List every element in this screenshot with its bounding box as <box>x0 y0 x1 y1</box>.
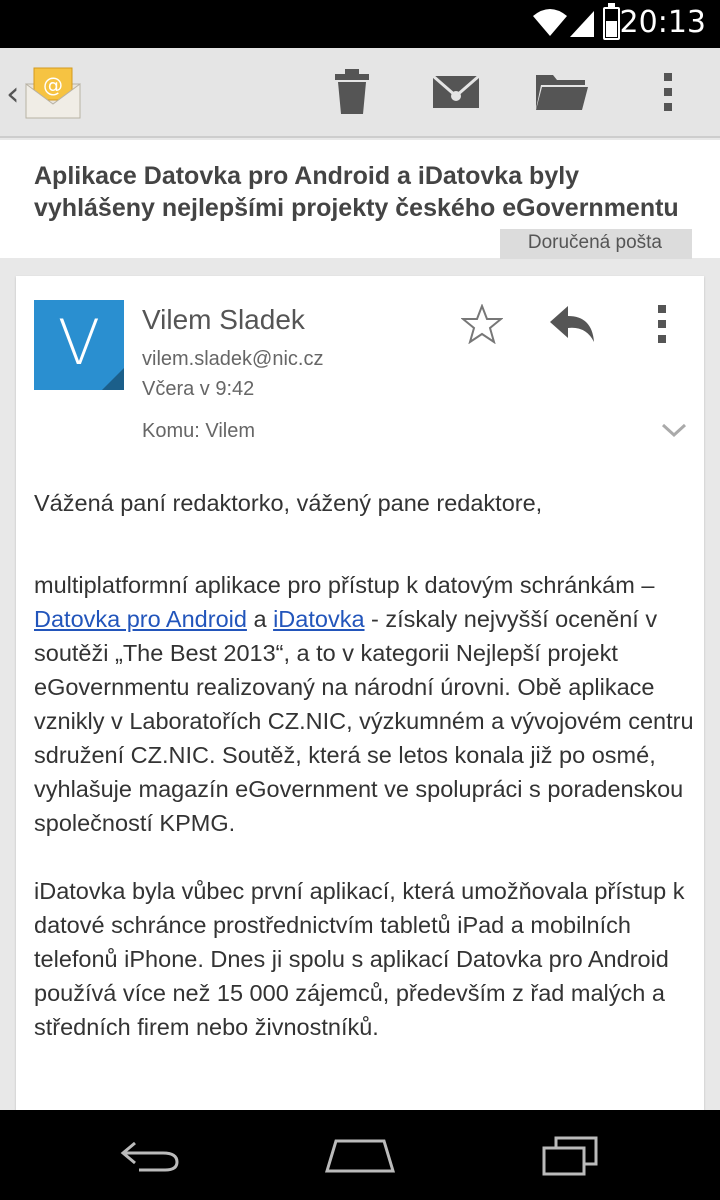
avatar-corner-fold <box>102 368 124 390</box>
avatar[interactable]: V <box>34 300 124 390</box>
star-button[interactable] <box>454 296 510 352</box>
svg-text:@: @ <box>43 73 63 97</box>
chevron-down-icon <box>661 423 687 438</box>
mark-unread-icon <box>432 74 480 108</box>
home-icon <box>324 1139 396 1173</box>
navigation-bar <box>0 1110 720 1200</box>
message-date: Včera v 9:42 <box>142 378 255 400</box>
body-paragraph-1: multiplatformní aplikace pro přístup k d… <box>34 568 694 840</box>
overflow-menu-button[interactable] <box>636 60 700 124</box>
delete-button[interactable] <box>320 60 384 124</box>
body-text-segment: multiplatformní aplikace pro přístup k d… <box>34 572 655 598</box>
nav-home-button[interactable] <box>320 1128 400 1184</box>
nav-recents-button[interactable] <box>530 1128 610 1184</box>
wifi-icon <box>533 9 567 36</box>
battery-icon <box>603 3 620 40</box>
link-idatovka[interactable]: iDatovka <box>273 606 364 632</box>
trash-icon <box>335 69 369 114</box>
reply-icon <box>550 306 594 342</box>
email-app-icon[interactable]: @ <box>24 64 82 120</box>
nav-back-button[interactable] <box>110 1128 190 1184</box>
battery-level <box>606 21 617 37</box>
recipient-line: Komu: Vilem <box>142 420 256 442</box>
action-bar: ‹ @ <box>0 48 720 138</box>
overflow-icon <box>658 305 666 343</box>
star-icon <box>461 304 503 344</box>
expand-details-button[interactable] <box>646 402 702 458</box>
back-chevron-icon[interactable]: ‹ <box>6 74 20 114</box>
mark-unread-button[interactable] <box>424 60 488 124</box>
recents-icon <box>542 1136 598 1176</box>
reply-button[interactable] <box>544 296 600 352</box>
body-greeting: Vážená paní redaktorko, vážený pane reda… <box>34 490 543 516</box>
overflow-icon <box>664 73 672 111</box>
body-text-segment: - získaly nejvyšší ocenění v soutěži „Th… <box>34 606 694 836</box>
sender-email: vilem.sladek@nic.cz <box>142 348 324 370</box>
subject-header: Aplikace Datovka pro Android a iDatovka … <box>0 140 720 259</box>
link-datovka-android[interactable]: Datovka pro Android <box>34 606 247 632</box>
back-arrow-icon <box>120 1141 179 1172</box>
status-time: 20:13 <box>619 5 706 40</box>
message-subject: Aplikace Datovka pro Android a iDatovka … <box>34 162 679 222</box>
status-bar: 20:13 <box>0 0 720 48</box>
body-text-segment: a <box>246 606 274 632</box>
signal-icon <box>570 11 594 37</box>
folder-icon <box>536 75 588 110</box>
folder-label-badge[interactable]: Doručená pošta <box>499 229 692 259</box>
message-overflow-button[interactable] <box>634 296 690 352</box>
sender-name: Vilem Sladek <box>142 304 305 335</box>
move-to-folder-button[interactable] <box>530 60 594 124</box>
body-paragraph-2: iDatovka byla vůbec první aplikací, kter… <box>34 878 685 1040</box>
message-card: V Vilem Sladek vilem.sladek@nic.cz Včera… <box>16 276 704 1116</box>
message-body: Vážená paní redaktorko, vážený pane reda… <box>34 486 694 1078</box>
